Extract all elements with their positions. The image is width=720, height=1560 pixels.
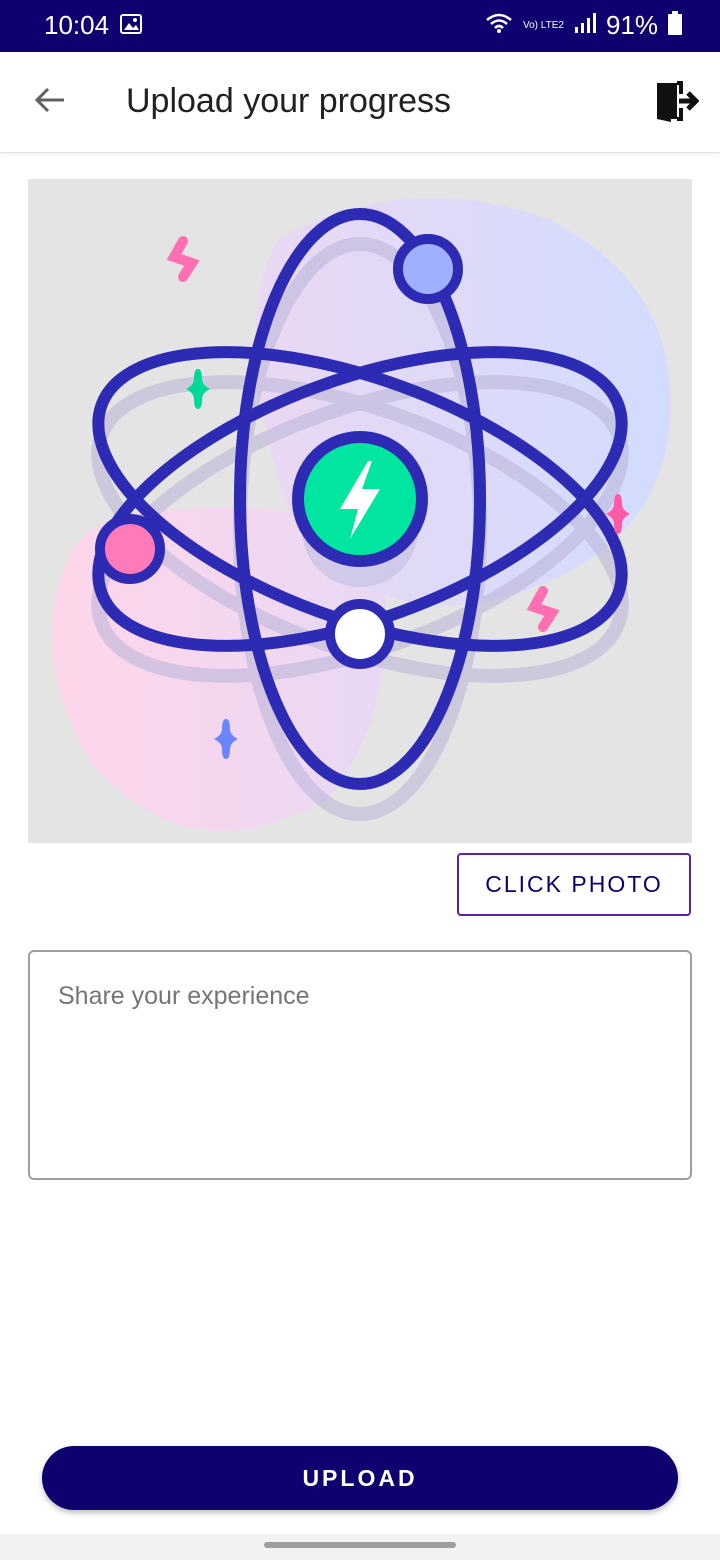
logout-button[interactable] — [652, 78, 702, 128]
experience-placeholder: Share your experience — [58, 982, 310, 1010]
gallery-icon — [120, 14, 142, 39]
experience-field[interactable]: Share your experience — [28, 950, 692, 1180]
click-photo-button[interactable]: CLICK PHOTO — [457, 853, 691, 916]
back-button[interactable] — [28, 80, 72, 124]
network-label: Vo) LTE2 — [523, 19, 564, 31]
wifi-icon — [485, 12, 513, 39]
signal-icon — [574, 13, 596, 38]
status-time: 10:04 — [44, 10, 110, 40]
home-indicator[interactable] — [264, 1542, 456, 1548]
battery-percent: 91% — [605, 10, 658, 40]
system-nav-bar — [0, 1534, 720, 1560]
page-title: Upload your progress — [126, 82, 452, 120]
app-bar: Upload your progress — [0, 52, 720, 153]
exit-door-icon — [655, 80, 700, 127]
upload-button[interactable]: UPLOAD — [42, 1446, 678, 1510]
status-right: Vo) LTE2 91% — [485, 10, 682, 41]
arrow-left-icon — [34, 86, 66, 119]
battery-icon — [668, 11, 682, 40]
status-bar: 10:04 Vo) LTE2 91% — [0, 0, 720, 52]
atom-illustration — [28, 179, 692, 843]
